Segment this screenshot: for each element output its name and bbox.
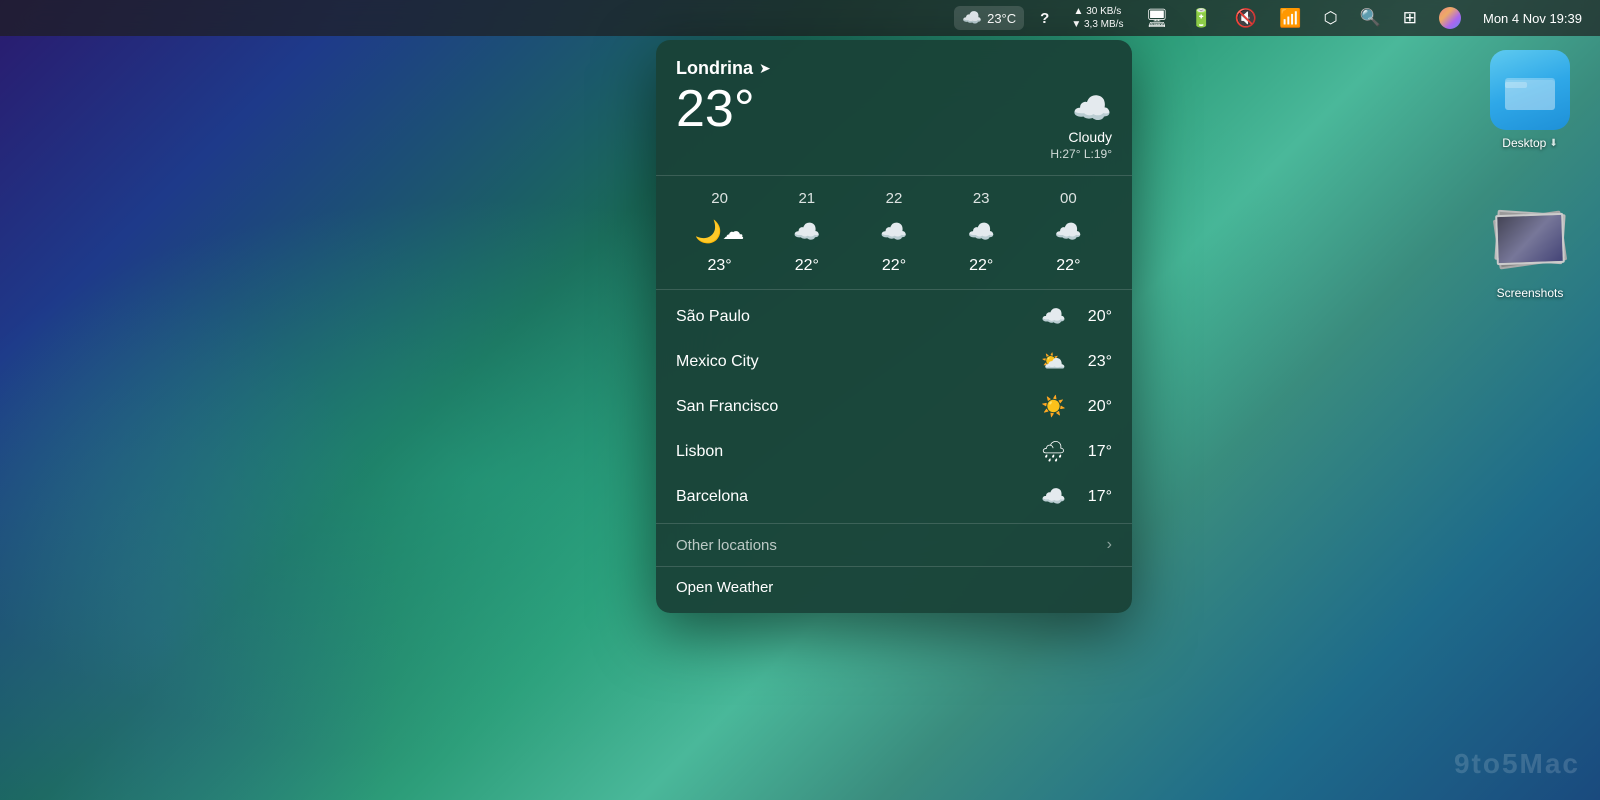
weather-location-row: Londrina ➤ xyxy=(676,58,1112,79)
avatar xyxy=(1439,7,1461,29)
city-name-lisbon: Lisbon xyxy=(676,443,723,461)
city-icon-barcelona: ☁️ xyxy=(1041,484,1066,509)
menubar-display-icon[interactable]: 🖥 xyxy=(1139,6,1174,31)
city-row-sao-paulo[interactable]: São Paulo ☁️ 20° xyxy=(656,294,1132,339)
weather-condition-icon: ☁️ xyxy=(1072,89,1112,127)
hourly-temp-3: 22° xyxy=(938,257,1025,275)
menubar-mute[interactable]: 🔇 xyxy=(1229,6,1263,31)
hourly-cell-2: 22 xyxy=(850,190,937,207)
wifi-icon: 📶 xyxy=(1279,8,1301,29)
weather-temp-row: 23° ☁️ Cloudy H:27° L:19° xyxy=(676,83,1112,161)
chevron-right-icon: › xyxy=(1107,536,1112,554)
folder-svg xyxy=(1505,70,1555,110)
open-weather-text: Open Weather xyxy=(676,579,773,596)
hourly-temp-4: 22° xyxy=(1025,257,1112,275)
city-row-san-francisco[interactable]: San Francisco ☀️ 20° xyxy=(656,384,1132,429)
hourly-cell-0: 20 xyxy=(676,190,763,207)
hourly-icon-0: 🌙☁ xyxy=(676,219,763,245)
mute-icon: 🔇 xyxy=(1235,8,1257,29)
control-center-icon: ⊞ xyxy=(1403,8,1417,28)
city-name-mexico-city: Mexico City xyxy=(676,353,759,371)
desktop-icons: Desktop ⬇ Screenshots xyxy=(1480,50,1580,300)
hourly-times-row: 20 21 22 23 00 xyxy=(656,184,1132,213)
other-locations-row[interactable]: Other locations › xyxy=(656,523,1132,566)
menubar-control-center[interactable]: ⊞ xyxy=(1397,6,1423,30)
weather-cities-section: São Paulo ☁️ 20° Mexico City ⛅ 23° San F… xyxy=(656,289,1132,523)
menubar-wifi[interactable]: 📶 xyxy=(1273,6,1307,31)
hourly-cell-3: 23 xyxy=(938,190,1025,207)
hourly-icon-4: ☁️ xyxy=(1025,219,1112,245)
menubar-temp: 23°C xyxy=(987,11,1016,26)
menubar: ☁️ 23°C ? ▲ 30 KB/s ▼ 3,3 MB/s 🖥 🔋 🔇 xyxy=(0,0,1600,36)
city-right-mexico-city: ⛅ 23° xyxy=(1041,349,1112,374)
menubar-network-speed[interactable]: ▲ 30 KB/s ▼ 3,3 MB/s xyxy=(1065,3,1129,33)
menubar-search[interactable]: 🔍 xyxy=(1354,6,1387,30)
menubar-bluetooth[interactable]: ⬡ xyxy=(1318,6,1344,30)
hourly-cell-4: 00 xyxy=(1025,190,1112,207)
location-arrow-icon: ➤ xyxy=(759,60,771,77)
menubar-system-tray: ☁️ 23°C ? ▲ 30 KB/s ▼ 3,3 MB/s 🖥 🔋 🔇 xyxy=(954,3,1588,33)
city-icon-sao-paulo: ☁️ xyxy=(1041,304,1066,329)
weather-popup: Londrina ➤ 23° ☁️ Cloudy H:27° L:19° 20 … xyxy=(656,40,1132,613)
weather-location: Londrina xyxy=(676,58,753,79)
city-name-san-francisco: San Francisco xyxy=(676,398,778,416)
open-weather-row[interactable]: Open Weather xyxy=(656,566,1132,613)
hourly-icon-2: ☁️ xyxy=(850,219,937,245)
desktop-folder-label: Desktop ⬇ xyxy=(1502,136,1557,150)
city-row-mexico-city[interactable]: Mexico City ⛅ 23° xyxy=(656,339,1132,384)
weather-current-temp: 23° xyxy=(676,83,755,135)
city-temp-barcelona: 17° xyxy=(1076,488,1112,506)
menubar-user-avatar[interactable] xyxy=(1433,5,1467,31)
folder-icon-image xyxy=(1490,50,1570,130)
city-row-lisbon[interactable]: Lisbon 🌧 17° xyxy=(656,429,1132,474)
hourly-temp-1: 22° xyxy=(763,257,850,275)
city-right-barcelona: ☁️ 17° xyxy=(1041,484,1112,509)
battery-icon: 🔋 xyxy=(1190,8,1212,29)
city-icon-lisbon: 🌧 xyxy=(1041,439,1066,464)
search-icon: 🔍 xyxy=(1360,8,1381,28)
weather-menubar-widget[interactable]: ☁️ 23°C xyxy=(954,6,1024,30)
city-icon-mexico-city: ⛅ xyxy=(1041,349,1066,374)
hourly-cell-1: 21 xyxy=(763,190,850,207)
city-row-barcelona[interactable]: Barcelona ☁️ 17° xyxy=(656,474,1132,519)
hourly-icon-3: ☁️ xyxy=(938,219,1025,245)
watermark: 9to5Mac xyxy=(1454,748,1580,780)
other-locations-text: Other locations xyxy=(676,537,777,554)
city-name-sao-paulo: São Paulo xyxy=(676,308,750,326)
weather-high-low: H:27° L:19° xyxy=(1050,147,1112,161)
city-temp-mexico-city: 23° xyxy=(1076,353,1112,371)
city-icon-san-francisco: ☀️ xyxy=(1041,394,1066,419)
city-temp-san-francisco: 20° xyxy=(1076,398,1112,416)
screenshots-icon[interactable]: Screenshots xyxy=(1480,200,1580,300)
city-temp-sao-paulo: 20° xyxy=(1076,308,1112,326)
hourly-icon-1: ☁️ xyxy=(763,219,850,245)
weather-hourly-section: 20 21 22 23 00 🌙☁ ☁️ ☁️ xyxy=(656,175,1132,289)
weather-condition-text: Cloudy xyxy=(1068,129,1112,145)
weather-condition-block: ☁️ Cloudy H:27° L:19° xyxy=(1050,83,1112,161)
desktop-folder-icon[interactable]: Desktop ⬇ xyxy=(1480,50,1580,150)
city-name-barcelona: Barcelona xyxy=(676,488,748,506)
menubar-datetime[interactable]: Mon 4 Nov 19:39 xyxy=(1477,9,1588,28)
weather-current-section: Londrina ➤ 23° ☁️ Cloudy H:27° L:19° xyxy=(656,40,1132,175)
screenshots-image xyxy=(1490,200,1570,280)
city-right-sao-paulo: ☁️ 20° xyxy=(1041,304,1112,329)
display-icon: 🖥 xyxy=(1145,8,1168,29)
hourly-temp-2: 22° xyxy=(850,257,937,275)
city-right-san-francisco: ☀️ 20° xyxy=(1041,394,1112,419)
hourly-icons-row: 🌙☁ ☁️ ☁️ ☁️ ☁️ xyxy=(656,213,1132,251)
menubar-cloud-icon: ☁️ xyxy=(962,8,982,28)
hourly-temps-row: 23° 22° 22° 22° 22° xyxy=(656,251,1132,281)
hourly-temp-0: 23° xyxy=(676,257,763,275)
city-right-lisbon: 🌧 17° xyxy=(1041,439,1112,464)
screenshots-label: Screenshots xyxy=(1497,286,1564,300)
city-temp-lisbon: 17° xyxy=(1076,443,1112,461)
bluetooth-icon: ⬡ xyxy=(1324,8,1338,28)
menubar-battery[interactable]: 🔋 xyxy=(1184,6,1218,31)
menubar-question[interactable]: ? xyxy=(1034,8,1055,29)
